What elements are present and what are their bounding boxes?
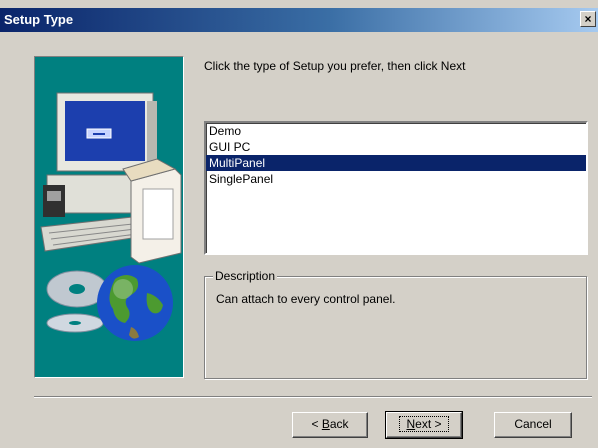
back-rest: ack bbox=[329, 417, 349, 431]
list-item-multipanel[interactable]: MultiPanel bbox=[206, 155, 586, 171]
back-prefix: < bbox=[311, 417, 322, 431]
back-mnemonic: B bbox=[321, 417, 330, 431]
computer-and-globe-illustration bbox=[40, 92, 182, 341]
close-icon: × bbox=[584, 12, 592, 26]
next-rest: ext > bbox=[415, 417, 442, 431]
cancel-button[interactable]: Cancel bbox=[494, 412, 572, 438]
setup-illustration bbox=[34, 56, 184, 378]
close-button[interactable]: × bbox=[580, 11, 596, 27]
next-focus: Next > bbox=[399, 416, 449, 432]
next-button[interactable]: Next > bbox=[385, 411, 463, 439]
list-item-gui-pc[interactable]: GUI PC bbox=[206, 139, 586, 155]
list-item-demo[interactable]: Demo bbox=[206, 123, 586, 139]
description-text: Can attach to every control panel. bbox=[216, 292, 396, 306]
description-legend: Description bbox=[213, 269, 278, 283]
back-button[interactable]: < Back bbox=[292, 412, 368, 438]
list-item-singlepanel[interactable]: SinglePanel bbox=[206, 171, 586, 187]
instruction-text: Click the type of Setup you prefer, then… bbox=[204, 59, 466, 73]
setup-type-listbox[interactable]: Demo GUI PC MultiPanel SinglePanel bbox=[204, 121, 588, 255]
next-mnemonic: N bbox=[406, 417, 416, 431]
button-divider bbox=[34, 396, 592, 398]
description-groupbox: Description Can attach to every control … bbox=[204, 269, 587, 379]
window-title: Setup Type bbox=[4, 12, 74, 27]
title-bar: Setup Type × bbox=[0, 8, 598, 32]
